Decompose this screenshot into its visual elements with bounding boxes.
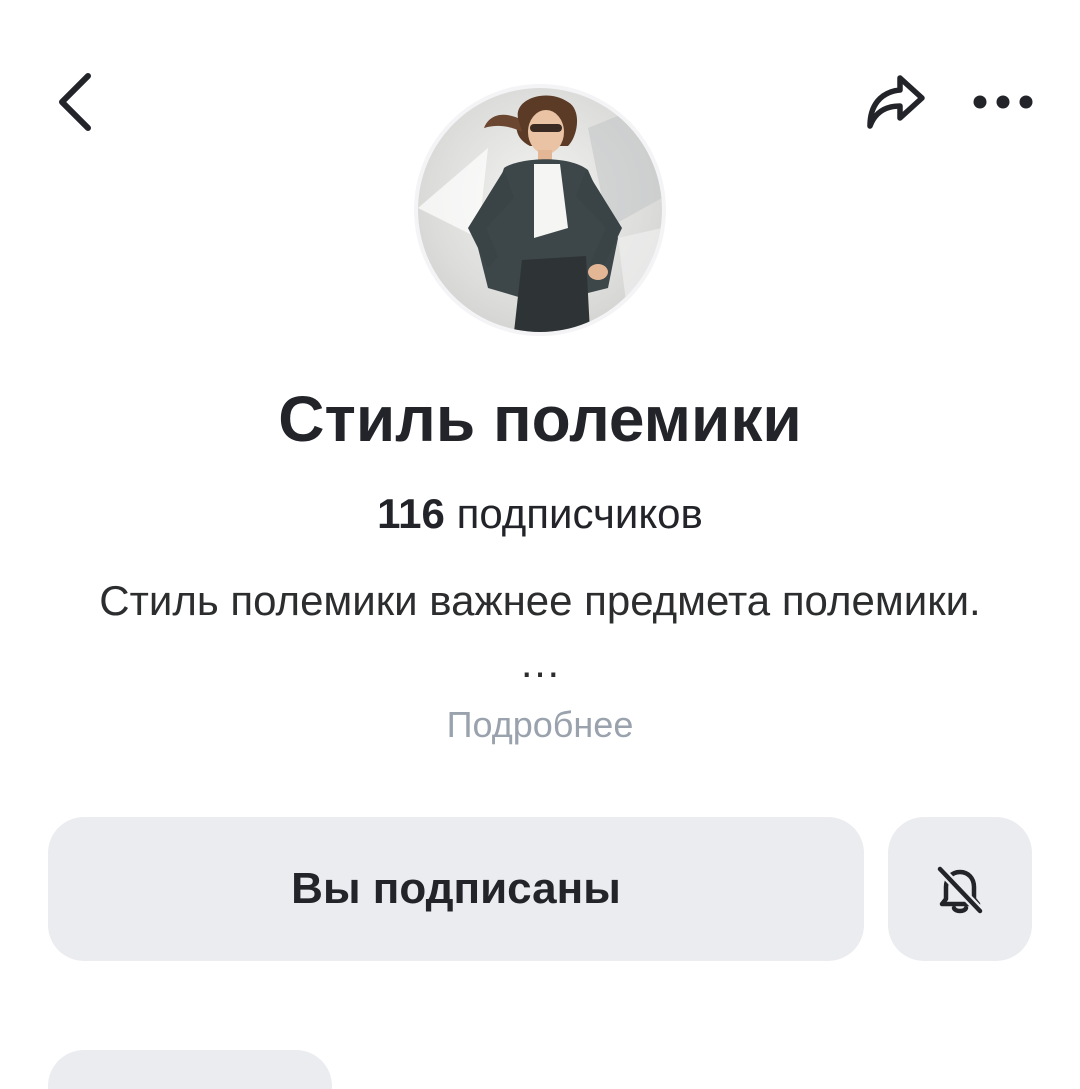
- subscribers-label: подписчиков: [456, 490, 703, 537]
- section-chip[interactable]: [48, 1050, 332, 1089]
- more-info-link-row: Подробнее: [0, 704, 1080, 746]
- share-button[interactable]: [850, 62, 940, 142]
- subscribers-info[interactable]: 116 подписчиков: [0, 490, 1080, 538]
- share-arrow-icon: [867, 75, 925, 129]
- more-button[interactable]: [958, 70, 1048, 134]
- more-info-link[interactable]: Подробнее: [447, 704, 634, 745]
- subscribed-button-label: Вы подписаны: [291, 864, 621, 913]
- notifications-button[interactable]: [888, 817, 1032, 961]
- back-button[interactable]: [40, 58, 112, 146]
- community-screen: Стиль полемики 116 подписчиков Стиль пол…: [0, 0, 1080, 1089]
- subscribed-button[interactable]: Вы подписаны: [48, 817, 864, 961]
- avatar-illustration: [418, 95, 662, 332]
- page-title: Стиль полемики: [278, 383, 802, 455]
- chevron-left-icon: [59, 73, 91, 131]
- community-description: Стиль полемики важнее предмета полемики.…: [99, 577, 981, 686]
- bell-off-icon: [935, 864, 985, 916]
- community-avatar[interactable]: [418, 88, 662, 332]
- more-horizontal-icon: [973, 95, 1033, 109]
- subscribers-count: 116: [377, 490, 445, 537]
